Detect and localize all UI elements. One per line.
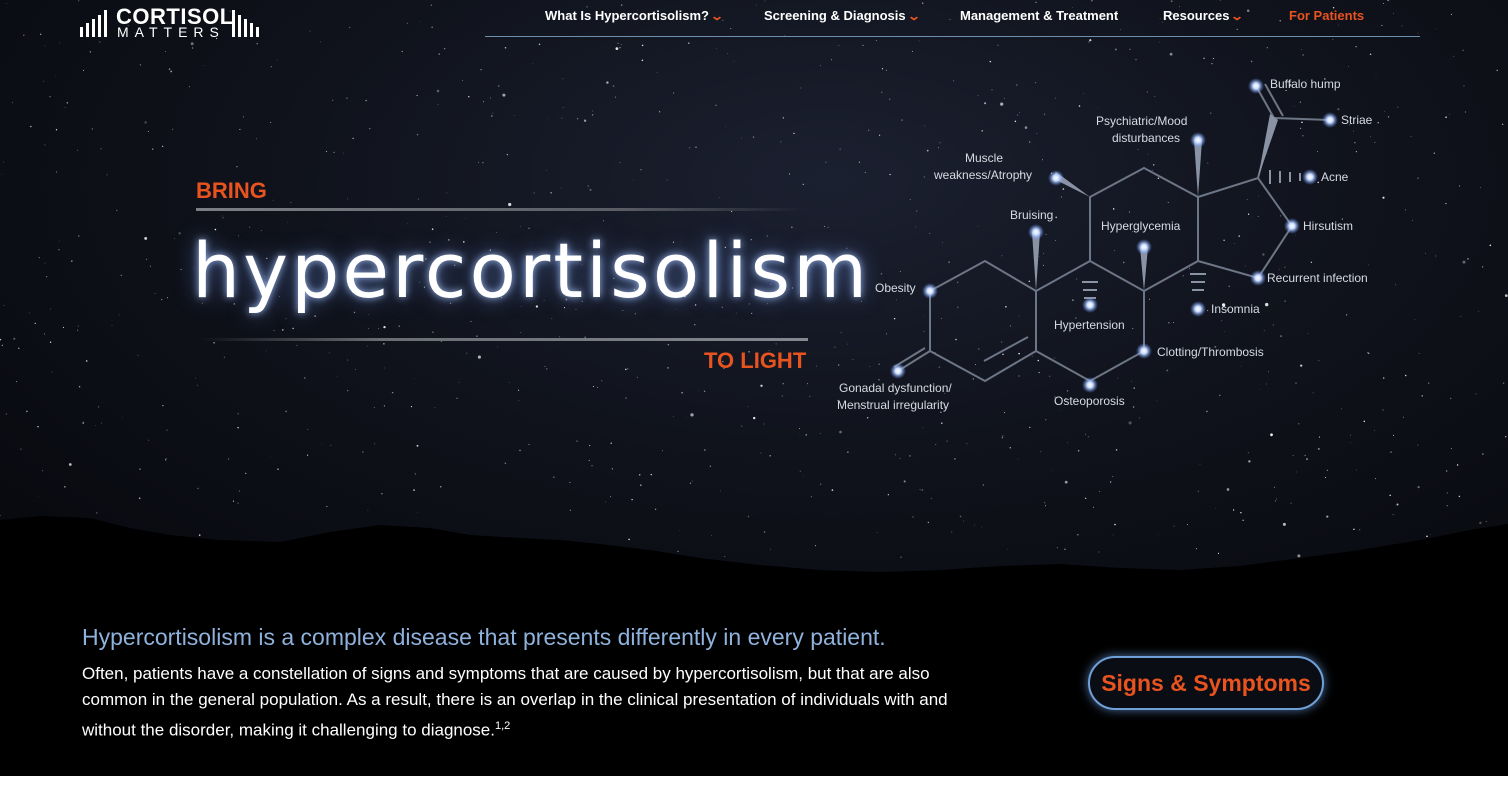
label-obesity: Obesity [875,281,916,295]
hero-kicker-top: BRING [196,178,267,203]
nav-item-resources[interactable]: Resources⌄ [1163,8,1245,23]
logo-bars-left-icon [80,10,107,37]
label-hyperglycemia: Hyperglycemia [1101,219,1181,233]
nav-item-label: Screening & Diagnosis [764,8,906,23]
chevron-down-icon: ⌄ [1230,9,1245,23]
cortisol-matters-logo[interactable]: CORTISOL MATTERS [80,2,265,42]
label-insomnia: Insomnia [1211,302,1260,316]
nav-item-for-patients[interactable]: For Patients [1289,8,1364,23]
nav-item-screening-diagnosis[interactable]: Screening & Diagnosis⌄ [764,8,921,23]
intro-body-text: Often, patients have a constellation of … [82,664,948,740]
hero-headline: hypercortisolism [192,226,871,315]
hero-kicker-bottom: TO LIGHT [704,348,807,373]
intro-body: Often, patients have a constellation of … [82,661,962,744]
divider [200,338,808,341]
label-clotting-thrombosis: Clotting/Thrombosis [1157,345,1264,359]
nav-item-management-treatment[interactable]: Management & Treatment [960,8,1118,23]
label-psychiatric-line2: disturbances [1112,131,1181,145]
nav-item-label: Management & Treatment [960,8,1119,23]
label-muscle: Muscle [965,151,1004,165]
main-navigation: What Is Hypercortisolism?⌄ Screening & D… [485,0,1420,37]
label-hirsutism: Hirsutism [1303,219,1353,233]
divider [196,208,806,211]
label-psychiatric: Psychiatric/Mood [1096,114,1188,128]
label-hypertension: Hypertension [1054,318,1125,332]
label-striae: Striae [1341,113,1373,127]
logo-bars-right-icon [232,10,259,37]
signs-symptoms-button[interactable]: Signs & Symptoms [1088,656,1324,710]
label-recurrent-infection: Recurrent infection [1267,271,1368,285]
hero-section: CORTISOL MATTERS What Is Hypercortisolis… [0,0,1508,600]
symptom-constellation-diagram: Buffalo hump Striae Psychiatric/Mood dis… [830,60,1400,430]
reference-superscript[interactable]: 1,2 [495,720,510,732]
label-bruising: Bruising [1010,208,1054,222]
label-osteoporosis: Osteoporosis [1054,394,1125,408]
label-gonadal-line2: Menstrual irregularity [837,398,950,412]
chevron-down-icon: ⌄ [709,9,725,23]
mountain-silhouette [0,516,1508,600]
chevron-down-icon: ⌄ [906,9,921,23]
label-buffalo-hump: Buffalo hump [1270,77,1341,91]
intro-lead: Hypercortisolism is a complex disease th… [82,624,886,650]
label-muscle-line2: weakness/Atrophy [934,168,1033,182]
nav-item-label: What Is Hypercortisolism? [545,8,709,23]
nav-item-what-is-hypercortisolism[interactable]: What Is Hypercortisolism?⌄ [545,8,725,23]
nav-item-label: Resources [1163,8,1230,23]
label-acne: Acne [1321,170,1349,184]
page: CORTISOL MATTERS What Is Hypercortisolis… [0,0,1508,776]
nav-item-label: For Patients [1289,8,1365,23]
logo-wordmark-bottom: MATTERS [117,24,225,40]
label-gonadal-dysfunction: Gonadal dysfunction/ [839,381,952,395]
